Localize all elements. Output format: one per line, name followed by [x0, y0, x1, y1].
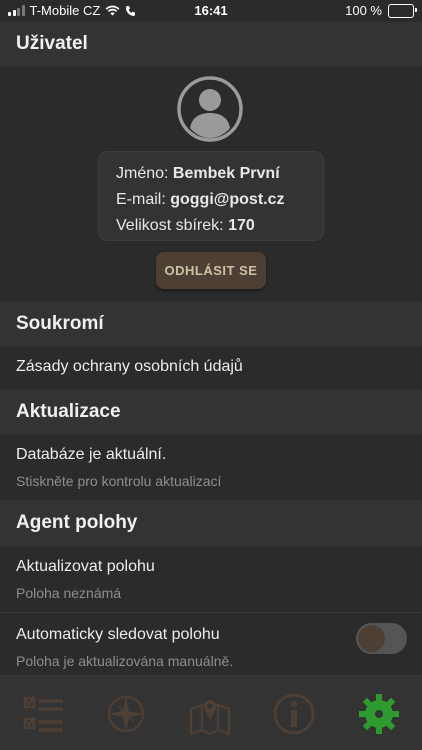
logout-button[interactable]: ODHLÁSIT SE	[156, 252, 266, 289]
gear-icon[interactable]	[357, 692, 401, 736]
section-header-user: Uživatel	[0, 22, 422, 66]
battery-percent: 100 %	[345, 3, 382, 18]
info-icon[interactable]	[272, 692, 316, 736]
update-hint: Stiskněte pro kontrolu aktualizací	[16, 473, 222, 489]
tab-bar	[0, 675, 422, 750]
battery-icon	[388, 3, 417, 18]
email-value: goggi@post.cz	[170, 191, 285, 208]
database-update-row[interactable]: Databáze je aktuální. Stiskněte pro kont…	[0, 434, 422, 500]
section-header-updates: Aktualizace	[0, 389, 422, 434]
user-email-row: E-mail: goggi@post.cz	[116, 187, 323, 213]
status-right: 100 %	[345, 3, 417, 18]
status-bar: T-Mobile CZ 16:41 100 %	[0, 0, 422, 22]
name-label: Jméno:	[116, 165, 169, 182]
list-icon[interactable]	[22, 692, 66, 736]
collection-value: 170	[228, 217, 255, 234]
database-status: Databáze je aktuální.	[16, 446, 167, 463]
map-icon[interactable]	[188, 692, 232, 736]
auto-track-toggle[interactable]	[356, 623, 407, 654]
avatar-icon	[177, 76, 243, 142]
compass-icon[interactable]	[104, 692, 148, 736]
update-location-label: Aktualizovat polohu	[16, 558, 155, 575]
location-status: Poloha neznámá	[16, 585, 122, 601]
toggle-knob	[358, 625, 385, 652]
section-header-privacy: Soukromí	[0, 301, 422, 346]
collection-label: Velikost sbírek:	[116, 217, 224, 234]
user-name-row: Jméno: Bembek První	[116, 161, 323, 187]
auto-track-status: Poloha je aktualizována manuálně.	[16, 653, 234, 669]
privacy-policy-label: Zásady ochrany osobních údajů	[16, 358, 243, 375]
email-label: E-mail:	[116, 191, 166, 208]
collection-size-row: Velikost sbírek: 170	[116, 213, 323, 239]
section-header-location: Agent polohy	[0, 500, 422, 546]
user-info-card: Jméno: Bembek První E-mail: goggi@post.c…	[98, 151, 324, 241]
privacy-policy-row[interactable]: Zásady ochrany osobních údajů	[0, 346, 422, 389]
update-location-row[interactable]: Aktualizovat polohu Poloha neznámá	[0, 546, 422, 612]
name-value: Bembek První	[172, 165, 280, 182]
